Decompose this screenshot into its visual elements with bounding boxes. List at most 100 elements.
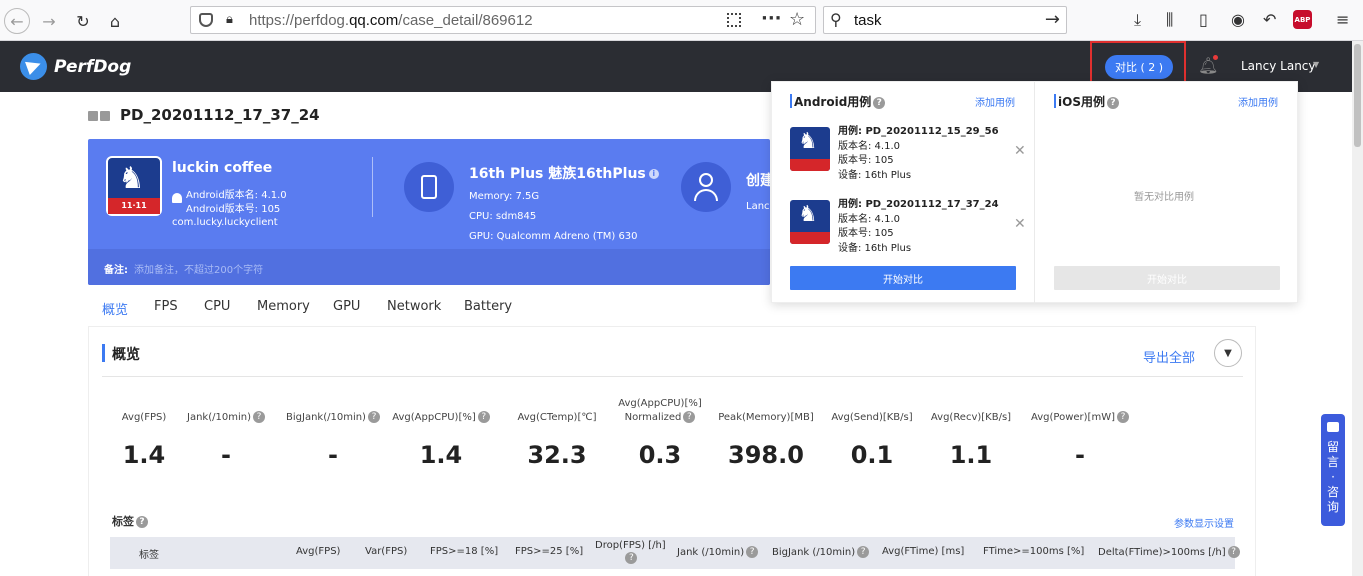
- creator-icon: [681, 162, 731, 212]
- ios-start-compare-button[interactable]: 开始对比: [1054, 266, 1280, 290]
- case-name: 用例: PD_20201112_17_37_24: [838, 199, 999, 210]
- help-icon[interactable]: ?: [1117, 411, 1129, 423]
- th-delta-ftime[interactable]: Delta(FTime)>100ms [/h]?: [1098, 546, 1240, 558]
- ios-add-case-link[interactable]: 添加用例: [1238, 94, 1278, 109]
- download-icon[interactable]: ⤓: [1134, 10, 1141, 30]
- th-ftime-100[interactable]: FTime>=100ms [%]: [983, 546, 1084, 557]
- compare-button[interactable]: 对比 ( 2 ): [1105, 55, 1173, 79]
- android-start-compare-button[interactable]: 开始对比: [790, 266, 1016, 290]
- bookmark-star-icon[interactable]: ☆: [789, 9, 805, 30]
- phone-icon: [421, 175, 437, 199]
- card-divider: [372, 157, 373, 217]
- help-icon[interactable]: ?: [873, 96, 886, 109]
- app-icon-badge: 11·11: [108, 198, 160, 214]
- help-icon[interactable]: ?: [136, 516, 148, 528]
- library-icon[interactable]: ⫼: [1166, 10, 1173, 30]
- case-app-icon: ♞: [790, 127, 830, 171]
- forward-arrow-icon[interactable]: →: [36, 8, 62, 34]
- tags-table-header: 标签 Avg(FPS) Var(FPS) FPS>=18 [%] FPS>=25…: [110, 537, 1240, 569]
- perfdog-logo-icon[interactable]: [20, 53, 47, 80]
- account-icon[interactable]: ◉: [1231, 10, 1245, 29]
- sidebar-icon[interactable]: ▯: [1199, 10, 1208, 29]
- metric-value: 1.4: [419, 441, 463, 469]
- chevron-down-icon[interactable]: ▼: [1214, 339, 1242, 367]
- person-icon: [699, 173, 713, 187]
- feedback-label: 留言·咨询: [1326, 440, 1339, 514]
- home-icon[interactable]: ⌂: [102, 8, 128, 34]
- app-icon: ♞ 11·11: [106, 156, 162, 216]
- shield-icon[interactable]: [199, 13, 213, 27]
- help-icon[interactable]: ?: [1106, 96, 1119, 109]
- overview-panel: 概览 导出全部 ▼ Avg(FPS) 1.4 Jank(/10min)? - BigJa…: [88, 326, 1256, 576]
- lock-icon[interactable]: 🔒︎: [226, 12, 233, 27]
- app-version-name: Android版本名: 4.1.0: [186, 190, 287, 201]
- th-jank[interactable]: Jank (/10min)?: [677, 546, 759, 558]
- compare-case-item: ♞ 用例: PD_20201112_17_37_24 版本名: 4.1.0 版本…: [790, 199, 1030, 264]
- th-var-fps[interactable]: Var(FPS): [365, 546, 407, 557]
- info-icon[interactable]: i: [648, 169, 659, 179]
- export-all-link[interactable]: 导出全部: [1143, 347, 1195, 366]
- android-title: Android用例?: [794, 93, 886, 110]
- browser-toolbar: ← → ↻ ⌂ 🔒︎ https://perfdog.qq.com/case_d…: [0, 0, 1363, 41]
- tab-cpu[interactable]: CPU: [204, 299, 230, 314]
- search-icon: ⚲: [830, 10, 842, 29]
- case-version-name: 版本名: 4.1.0: [838, 213, 900, 225]
- tab-gpu[interactable]: GPU: [333, 299, 360, 314]
- tab-memory[interactable]: Memory: [257, 299, 310, 314]
- search-input[interactable]: task: [854, 12, 882, 29]
- case-app-icon: ♞: [790, 200, 830, 244]
- param-settings-link[interactable]: 参数显示设置: [1174, 515, 1234, 530]
- help-icon[interactable]: ?: [625, 552, 638, 564]
- th-drop-fps[interactable]: Drop(FPS) [/h]?: [595, 539, 666, 565]
- tab-fps[interactable]: FPS: [154, 299, 178, 314]
- app-version-code: Android版本号: 105: [186, 204, 281, 215]
- close-icon[interactable]: ✕: [1014, 143, 1026, 159]
- adblock-icon[interactable]: ABP: [1293, 10, 1312, 29]
- tab-battery[interactable]: Battery: [464, 299, 512, 314]
- section-title: 概览: [112, 347, 140, 363]
- page-actions-icon[interactable]: ···: [761, 8, 782, 29]
- help-icon[interactable]: ?: [857, 546, 870, 558]
- search-bar[interactable]: ⚲ task →: [823, 6, 1067, 34]
- th-fps-25[interactable]: FPS>=25 [%]: [515, 546, 583, 557]
- share-icon[interactable]: [88, 110, 112, 121]
- search-go-arrow-icon[interactable]: →: [1045, 9, 1060, 30]
- person-body: [694, 189, 718, 201]
- qr-code-icon[interactable]: [727, 13, 741, 27]
- scrollbar-thumb[interactable]: [1354, 44, 1361, 147]
- user-menu[interactable]: Lancy Lancy: [1241, 59, 1316, 73]
- logo-text[interactable]: PerfDog: [54, 57, 131, 77]
- menu-hamburger-icon[interactable]: ≡: [1336, 10, 1349, 29]
- help-icon[interactable]: ?: [683, 411, 696, 423]
- metric-value: 0.3: [638, 441, 682, 469]
- android-accent-bar: [790, 94, 792, 108]
- metric-value: -: [328, 441, 338, 469]
- tab-network[interactable]: Network: [387, 299, 441, 314]
- app-name: luckin coffee: [172, 160, 273, 176]
- th-avg-ftime[interactable]: Avg(FTime) [ms]: [882, 546, 964, 557]
- notification-dot: [1213, 55, 1218, 60]
- url-text[interactable]: https://perfdog.qq.com/case_detail/86961…: [249, 12, 533, 29]
- help-icon[interactable]: ?: [746, 546, 759, 558]
- close-icon[interactable]: ✕: [1014, 216, 1026, 232]
- note-input[interactable]: 添加备注，不超过200个字符: [134, 261, 263, 276]
- help-icon[interactable]: ?: [1227, 546, 1240, 558]
- metric-value: -: [221, 441, 231, 469]
- undo-arrow-icon[interactable]: ↶: [1263, 10, 1276, 29]
- reload-icon[interactable]: ↻: [70, 8, 96, 34]
- android-add-case-link[interactable]: 添加用例: [975, 94, 1015, 109]
- metric-value: -: [1075, 441, 1085, 469]
- th-bigjank[interactable]: BigJank (/10min)?: [772, 546, 870, 558]
- feedback-tab[interactable]: 留言·咨询: [1321, 414, 1345, 526]
- caret-down-icon[interactable]: ▼: [1313, 60, 1319, 69]
- device-memory: Memory: 7.5G: [469, 191, 540, 202]
- tab-overview[interactable]: 概览: [102, 299, 128, 318]
- android-icon: [172, 193, 182, 203]
- back-arrow-icon[interactable]: ←: [4, 8, 30, 34]
- device-icon: [404, 162, 454, 212]
- section-accent-bar: [102, 344, 105, 362]
- url-bar[interactable]: 🔒︎ https://perfdog.qq.com/case_detail/86…: [190, 6, 816, 34]
- device-gpu: GPU: Qualcomm Adreno (TM) 630: [469, 231, 638, 242]
- th-fps-18[interactable]: FPS>=18 [%]: [430, 546, 498, 557]
- th-avg-fps[interactable]: Avg(FPS): [296, 546, 340, 557]
